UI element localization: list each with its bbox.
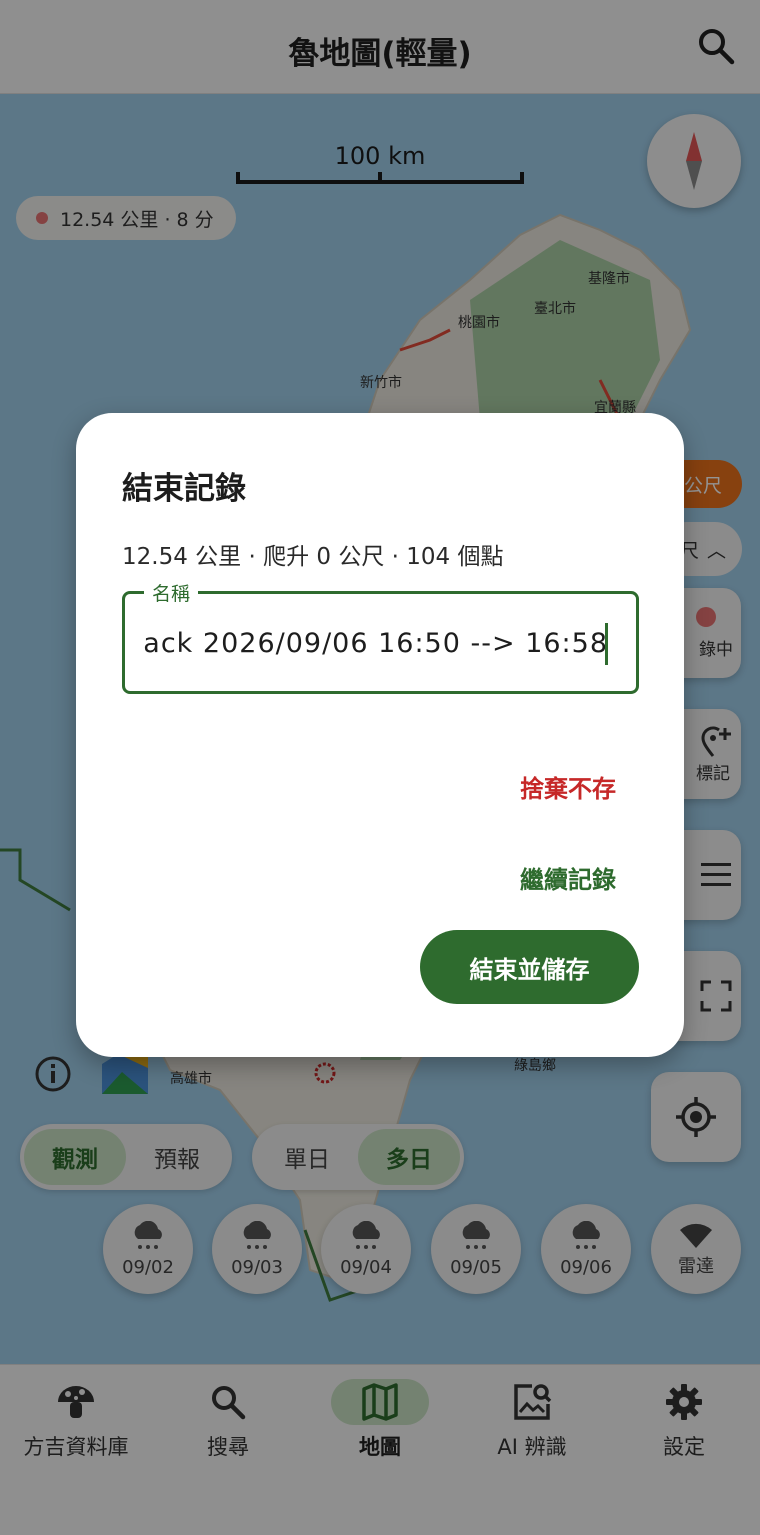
continue-recording-button[interactable]: 繼續記錄 (520, 860, 616, 895)
track-name-input[interactable]: ack 2026/09/06 16:50 --> 16:58 (122, 591, 639, 694)
track-name-value: ack 2026/09/06 16:50 --> 16:58 (143, 628, 608, 659)
dialog-title: 結束記錄 (122, 471, 246, 507)
track-summary-text: 12.54 公里 · 爬升 0 公尺 · 104 個點 (122, 544, 504, 570)
discard-button[interactable]: 捨棄不存 (520, 769, 616, 804)
track-name-label: 名稱 (144, 579, 199, 606)
text-cursor (605, 623, 608, 665)
end-and-save-button[interactable]: 結束並儲存 (420, 930, 639, 1004)
end-recording-dialog: 結束記錄 12.54 公里 · 爬升 0 公尺 · 104 個點 ack 202… (76, 413, 684, 1057)
